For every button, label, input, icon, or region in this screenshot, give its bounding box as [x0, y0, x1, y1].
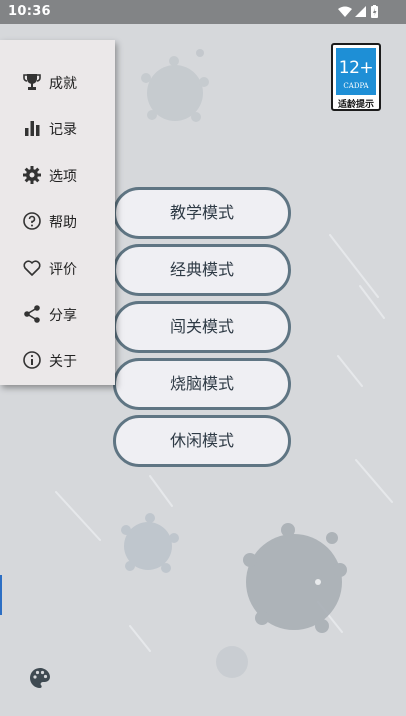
signal-icon — [355, 6, 366, 17]
age-rating-org: CADPA — [343, 82, 369, 90]
share-icon — [24, 305, 40, 323]
side-menu: 成就 记录 选项 帮助 评价 分享 关于 — [0, 40, 115, 385]
menu-label-share: 分享 — [49, 308, 77, 324]
age-rating-box: 12+ CADPA — [336, 48, 376, 95]
mode-button-levels[interactable]: 闯关模式 — [113, 301, 291, 353]
bar-chart-icon — [25, 121, 40, 136]
heart-icon — [23, 260, 41, 276]
menu-label-help: 帮助 — [49, 215, 77, 231]
menu-item-share[interactable]: 分享 — [0, 294, 115, 334]
battery-icon — [371, 5, 378, 18]
menu-item-help[interactable]: 帮助 — [0, 201, 115, 241]
wifi-icon — [338, 6, 352, 17]
mine-bottom-right — [243, 523, 347, 633]
menu-item-achievements[interactable]: 成就 — [0, 62, 115, 102]
menu-item-about[interactable]: 关于 — [0, 340, 115, 380]
mine-top — [141, 56, 209, 122]
mode-button-brain[interactable]: 烧脑模式 — [113, 358, 291, 410]
menu-label-about: 关于 — [49, 354, 77, 370]
mode-button-classic[interactable]: 经典模式 — [113, 244, 291, 296]
age-rating-hint: 适龄提示 — [337, 100, 374, 110]
menu-item-options[interactable]: 选项 — [0, 155, 115, 195]
mode-button-casual[interactable]: 休闲模式 — [113, 415, 291, 467]
status-time: 10:36 — [8, 4, 51, 19]
menu-label-options: 选项 — [49, 169, 77, 185]
palette-icon[interactable] — [28, 666, 52, 690]
age-rating-badge: 12+ CADPA 适龄提示 — [331, 43, 381, 111]
screen-edge-accent — [0, 575, 2, 615]
mode-list: 教学模式 经典模式 闯关模式 烧脑模式 休闲模式 — [113, 187, 291, 472]
status-bar: 10:36 — [0, 0, 406, 24]
help-circle-icon — [23, 212, 41, 230]
menu-item-records[interactable]: 记录 — [0, 108, 115, 148]
menu-item-rate[interactable]: 评价 — [0, 248, 115, 288]
mine-bottom-left — [121, 513, 179, 573]
info-icon — [23, 351, 41, 369]
menu-label-rate: 评价 — [49, 262, 77, 278]
age-rating-number: 12+ — [338, 58, 374, 78]
menu-label-records: 记录 — [49, 122, 77, 138]
system-icons — [338, 4, 384, 23]
menu-label-achievements: 成就 — [49, 76, 77, 92]
mode-button-tutorial[interactable]: 教学模式 — [113, 187, 291, 239]
gear-icon — [23, 166, 41, 184]
trophy-icon — [23, 74, 41, 90]
